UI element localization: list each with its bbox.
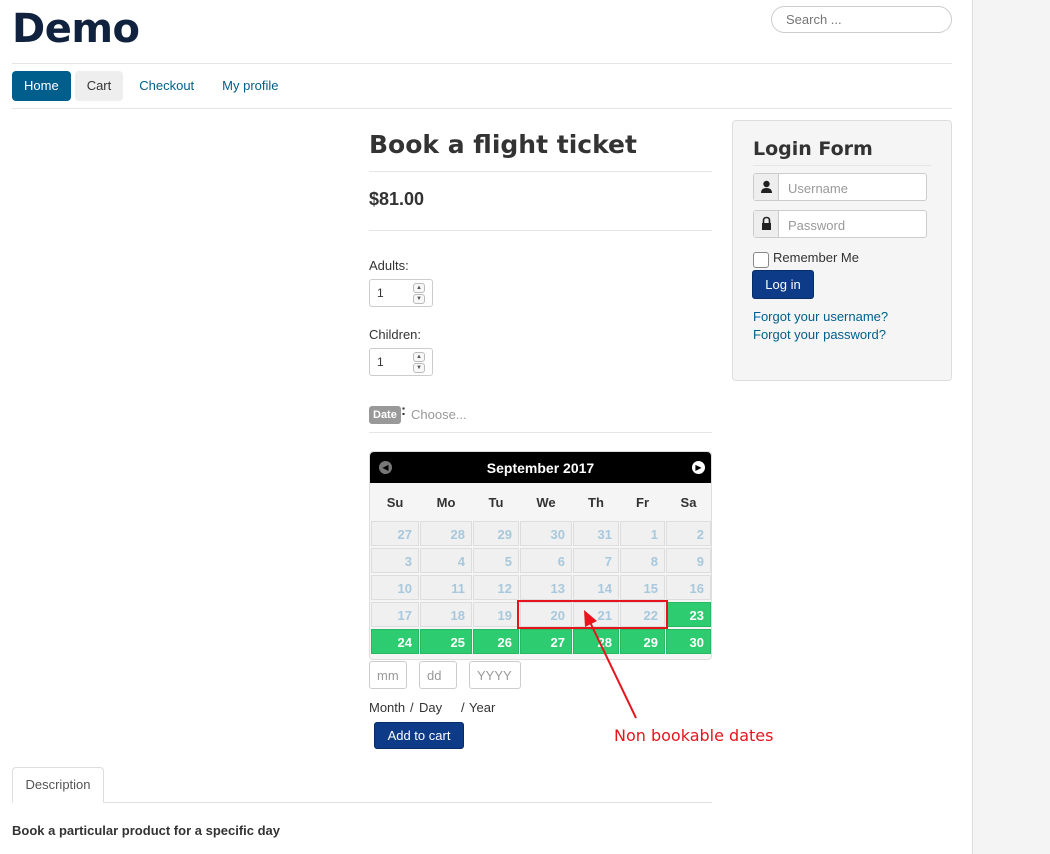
day-label: Day — [419, 700, 443, 715]
date-choose-text: Choose... — [411, 407, 467, 422]
day-of-week-sa: Sa — [680, 495, 697, 510]
login-form: Login Form Username Password Remember Me… — [732, 120, 952, 381]
tab-description[interactable]: Description — [12, 767, 104, 803]
adults-value: 1 — [377, 286, 384, 300]
nav-divider — [12, 108, 952, 109]
calendar-day: 30 — [520, 521, 572, 546]
day-of-week-we: We — [536, 495, 556, 510]
description-text: Book a particular product for a specific… — [12, 823, 281, 838]
month-label: Month — [369, 700, 406, 715]
login-divider — [753, 165, 931, 166]
next-month-icon[interactable]: ▶ — [692, 461, 705, 474]
calendar-day[interactable]: 23 — [666, 602, 711, 627]
stepper-down-icon[interactable]: ▼ — [413, 294, 425, 304]
calendar-day: 28 — [420, 521, 472, 546]
calendar-day: 1 — [620, 521, 665, 546]
calendar-day: 3 — [371, 548, 419, 573]
date-divider — [369, 432, 712, 433]
calendar-day[interactable]: 29 — [620, 629, 665, 654]
calendar-day: 7 — [573, 548, 619, 573]
adults-label: Adults: — [369, 258, 409, 273]
date-separator: / — [461, 700, 465, 715]
calendar-header: ◀ September 2017 ▶ — [370, 452, 711, 483]
calendar-day: 13 — [520, 575, 572, 600]
annotation-label: Non bookable dates — [614, 726, 774, 745]
date-colon: : — [401, 402, 406, 419]
calendar-month-title: September 2017 — [486, 460, 595, 476]
stepper-up-icon[interactable]: ▲ — [413, 283, 425, 293]
calendar-day: 17 — [371, 602, 419, 627]
date-badge: Date — [369, 406, 401, 424]
username-placeholder: Username — [788, 181, 848, 196]
remember-me-label: Remember Me — [773, 250, 859, 265]
calendar-day: 12 — [473, 575, 519, 600]
stepper-up-icon[interactable]: ▲ — [413, 352, 425, 362]
day-of-week-fr: Fr — [636, 495, 649, 510]
stepper-down-icon[interactable]: ▼ — [413, 363, 425, 373]
login-button[interactable]: Log in — [752, 270, 814, 299]
calendar-day[interactable]: 26 — [473, 629, 519, 654]
calendar-day: 27 — [371, 521, 419, 546]
calendar-day: 2 — [666, 521, 711, 546]
calendar-day: 29 — [473, 521, 519, 546]
day-of-week-su: Su — [386, 495, 404, 510]
username-field[interactable]: Username — [753, 173, 927, 201]
calendar-day: 31 — [573, 521, 619, 546]
calendar-day: 16 — [666, 575, 711, 600]
year-input[interactable]: YYYY — [469, 661, 521, 689]
password-placeholder: Password — [788, 218, 846, 233]
day-of-week-th: Th — [588, 495, 604, 510]
day-input[interactable]: dd — [419, 661, 457, 689]
login-title: Login Form — [753, 138, 873, 160]
annotation-highlight-box — [517, 600, 668, 629]
nav-checkout[interactable]: Checkout — [127, 71, 206, 101]
year-label: Year — [469, 700, 496, 715]
header-divider — [12, 63, 952, 64]
date-separator: / — [410, 700, 414, 715]
calendar-day: 18 — [420, 602, 472, 627]
forgot-password-link[interactable]: Forgot your password? — [753, 327, 886, 342]
adults-stepper[interactable]: 1 ▲ ▼ — [369, 279, 433, 307]
lock-icon — [754, 211, 779, 237]
calendar-day: 10 — [371, 575, 419, 600]
calendar-day[interactable]: 25 — [420, 629, 472, 654]
product-price: $81.00 — [369, 189, 425, 209]
title-divider — [369, 171, 712, 172]
calendar-day: 14 — [573, 575, 619, 600]
day-of-week-tu: Tu — [488, 495, 504, 510]
price-divider — [369, 230, 712, 231]
search-input[interactable] — [771, 6, 952, 33]
children-label: Children: — [369, 327, 422, 342]
remember-me-checkbox[interactable] — [753, 252, 769, 268]
nav-my-profile[interactable]: My profile — [210, 71, 290, 101]
page-gutter — [972, 0, 1050, 854]
calendar-day: 6 — [520, 548, 572, 573]
calendar-day[interactable]: 28 — [573, 629, 619, 654]
day-of-week-mo: Mo — [436, 495, 456, 510]
nav-home[interactable]: Home — [12, 71, 71, 101]
calendar-day[interactable]: 27 — [520, 629, 572, 654]
calendar-day[interactable]: 24 — [371, 629, 419, 654]
calendar-day: 19 — [473, 602, 519, 627]
children-stepper[interactable]: 1 ▲ ▼ — [369, 348, 433, 376]
product-title: Book a flight ticket — [369, 130, 637, 159]
calendar-day: 4 — [420, 548, 472, 573]
calendar-day: 5 — [473, 548, 519, 573]
password-field[interactable]: Password — [753, 210, 927, 238]
calendar-day[interactable]: 30 — [666, 629, 711, 654]
user-icon — [754, 174, 779, 200]
main-nav: Home Cart Checkout My profile — [12, 71, 293, 101]
add-to-cart-button[interactable]: Add to cart — [374, 722, 464, 749]
calendar-day: 8 — [620, 548, 665, 573]
calendar-day: 15 — [620, 575, 665, 600]
nav-cart[interactable]: Cart — [74, 71, 124, 101]
tabs-divider — [12, 802, 712, 803]
site-title[interactable]: Demo — [12, 6, 140, 52]
month-input[interactable]: mm — [369, 661, 407, 689]
children-value: 1 — [377, 355, 384, 369]
calendar-day: 11 — [420, 575, 472, 600]
calendar-day: 9 — [666, 548, 711, 573]
forgot-username-link[interactable]: Forgot your username? — [753, 309, 888, 324]
